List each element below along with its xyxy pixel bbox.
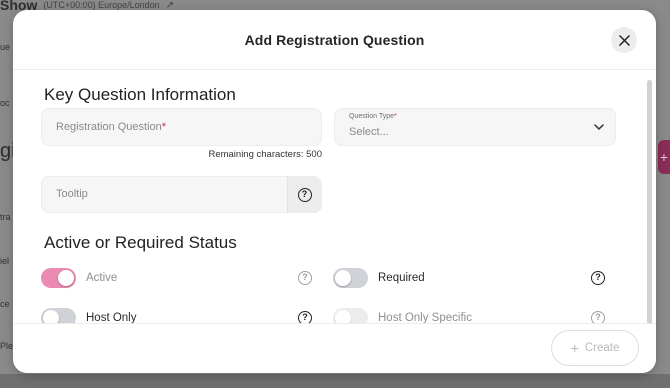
background-fragment: Ple — [0, 341, 14, 351]
required-toggle[interactable] — [333, 268, 368, 288]
host-only-specific-label: Host Only Specific — [378, 312, 472, 323]
create-label: Create — [584, 342, 620, 354]
dialog-title: Add Registration Question — [244, 32, 425, 48]
question-mark-icon: ? — [297, 188, 312, 202]
toggle-row-host-only-specific: Host Only Specific — [333, 307, 472, 323]
host-only-toggle[interactable] — [41, 308, 76, 323]
external-link-icon: ↗ — [165, 0, 175, 11]
host-only-help-icon[interactable]: ? — [298, 311, 312, 323]
create-button[interactable]: + Create — [551, 330, 639, 366]
toggle-knob — [58, 270, 74, 286]
close-icon — [618, 34, 630, 46]
chevron-down-icon — [594, 124, 604, 130]
question-type-placeholder: Select... — [349, 126, 389, 138]
dialog-scrollbar[interactable] — [647, 80, 652, 330]
dialog-footer: + Create — [13, 323, 656, 373]
background-fragment: ue — [0, 42, 11, 52]
remaining-characters: Remaining characters: 500 — [208, 149, 322, 160]
add-registration-question-dialog: Add Registration Question Key Question I… — [13, 10, 656, 373]
active-label: Active — [86, 272, 118, 284]
dialog-body[interactable]: Key Question Information Registration Qu… — [13, 71, 656, 323]
background-fragment: ce — [0, 299, 10, 309]
host-only-specific-toggle[interactable] — [333, 308, 368, 323]
background-fragment: iel — [0, 256, 10, 266]
host-only-specific-help-icon[interactable]: ? — [591, 311, 605, 323]
tooltip-input[interactable]: Tooltip ? — [41, 176, 322, 213]
question-type-label: Question Type* — [349, 113, 397, 120]
toggle-knob — [335, 270, 351, 286]
background-timezone: (UTC+00:00) Europe/London — [43, 0, 160, 10]
section-title-status: Active or Required Status — [44, 233, 237, 252]
toggle-row-host-only: Host Only — [41, 307, 137, 323]
question-type-select[interactable]: Question Type* Select... — [334, 108, 616, 146]
active-help-icon[interactable]: ? — [298, 271, 312, 285]
toggle-knob — [335, 310, 351, 323]
background-fragment: tra — [0, 212, 11, 222]
close-button[interactable] — [611, 27, 637, 53]
host-only-label: Host Only — [86, 312, 137, 323]
toggle-row-required: Required — [333, 267, 425, 289]
tooltip-help-button[interactable]: ? — [287, 177, 321, 213]
registration-question-input[interactable]: Registration Question* — [41, 108, 322, 146]
dialog-header: Add Registration Question — [13, 10, 656, 70]
background-add-button: + — [658, 140, 670, 174]
tooltip-placeholder: Tooltip — [56, 188, 88, 200]
required-label: Required — [378, 272, 425, 284]
registration-question-placeholder: Registration Question* — [56, 121, 167, 133]
plus-icon: + — [570, 340, 579, 356]
active-toggle[interactable] — [41, 268, 76, 288]
background-bottom-bar — [0, 374, 670, 388]
background-fragment: oc — [0, 98, 10, 108]
toggle-knob — [43, 310, 59, 323]
toggle-row-active: Active — [41, 267, 117, 289]
section-title-key-info: Key Question Information — [44, 85, 236, 104]
required-help-icon[interactable]: ? — [591, 271, 605, 285]
